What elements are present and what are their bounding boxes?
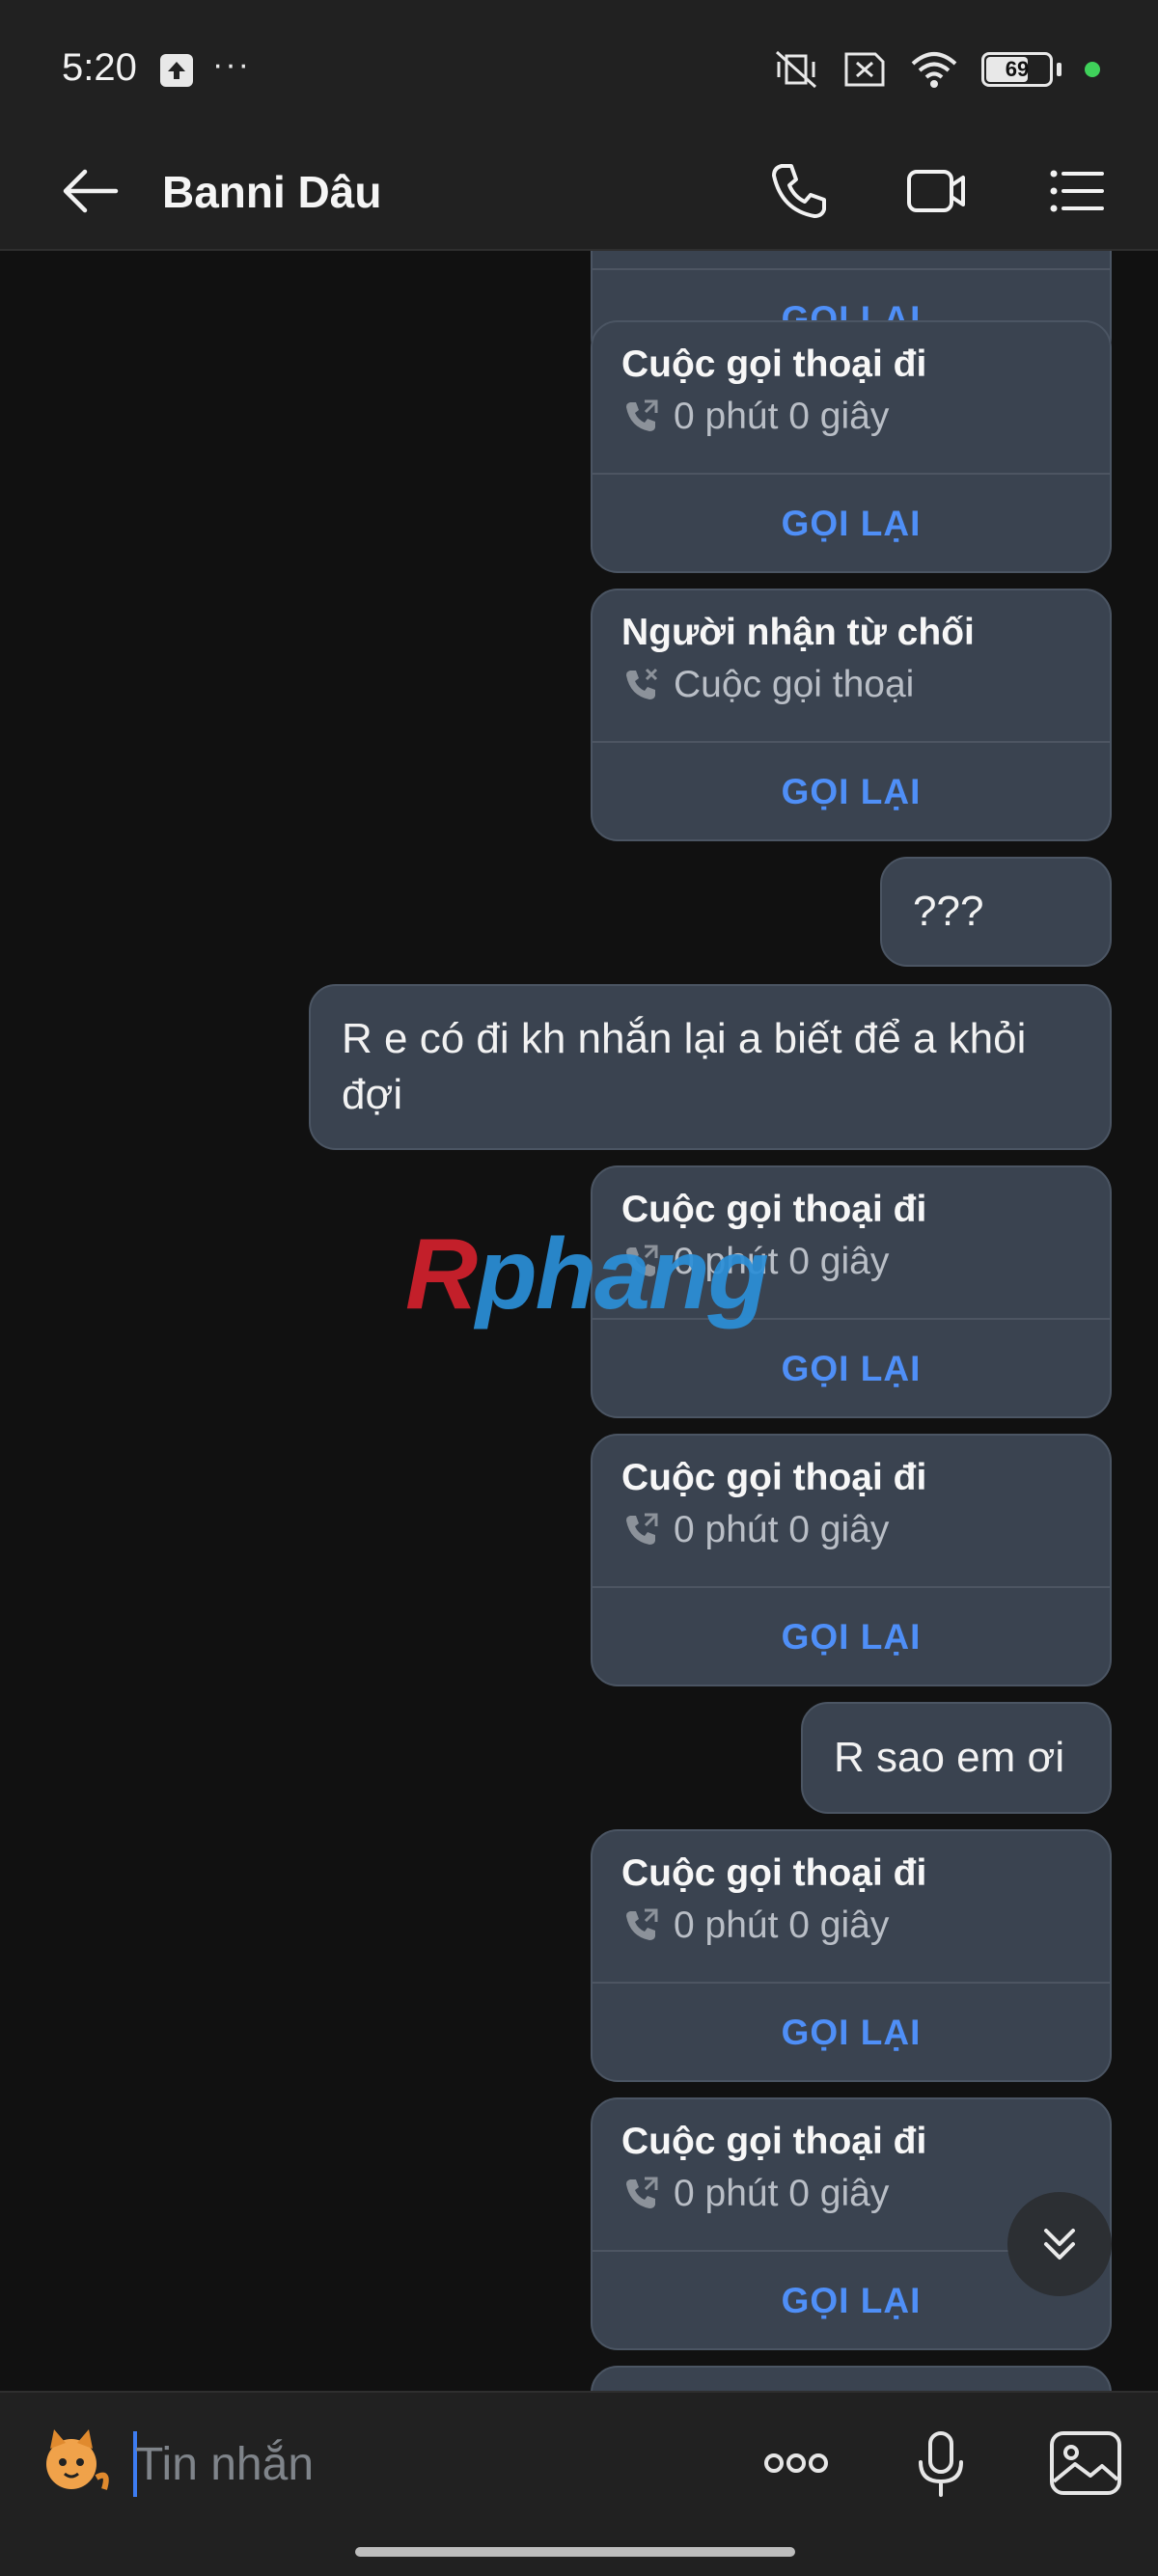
call-detail: 0 phút 0 giây (621, 396, 889, 438)
call-title: Cuộc gọi thoại đi (621, 1852, 927, 1894)
microphone-icon[interactable] (897, 2420, 984, 2507)
outgoing-call-icon (626, 399, 658, 431)
call-back-button[interactable]: GỌI LẠI (593, 743, 1110, 841)
scroll-to-bottom-button[interactable] (1007, 2192, 1112, 2296)
message-input[interactable] (135, 2422, 695, 2507)
privacy-indicator-dot (1085, 62, 1100, 77)
call-back-button[interactable]: GỌI LẠI (593, 1588, 1110, 1686)
call-detail-text: 0 phút 0 giây (674, 2173, 890, 2214)
image-icon[interactable] (1042, 2420, 1129, 2507)
call-back-button[interactable]: GỌI LẠI (593, 475, 1110, 573)
message-bubble[interactable]: ??? (880, 857, 1112, 967)
call-detail-text: 0 phút 0 giây (674, 1509, 890, 1550)
phone-icon[interactable] (764, 156, 834, 226)
call-back-button[interactable]: GỌI LẠI (593, 1984, 1110, 2082)
message-bubble[interactable]: R e có đi kh nhắn lại a biết để a khỏi đ… (309, 984, 1112, 1150)
list-menu-icon[interactable] (1042, 156, 1112, 226)
more-notifications-icon: ··· (212, 46, 251, 83)
outgoing-call-icon (626, 2177, 658, 2208)
status-bar: 5:20 ··· 69 (0, 0, 1158, 135)
call-card (591, 2366, 1112, 2391)
home-indicator[interactable] (355, 2547, 795, 2557)
video-camera-icon[interactable] (901, 156, 971, 226)
declined-call-icon (626, 668, 658, 699)
call-card: Cuộc gọi thoại đi 0 phút 0 giây GỌI LẠI (591, 320, 1112, 573)
call-detail: Cuộc gọi thoại (621, 664, 914, 706)
sticker-icon[interactable] (33, 2422, 114, 2503)
watermark-logo: Rphang (405, 1219, 769, 1330)
outgoing-call-icon (626, 1513, 658, 1545)
outgoing-call-icon (626, 1908, 658, 1940)
call-detail: 0 phút 0 giây (621, 1509, 889, 1551)
call-card: Người nhận từ chối Cuộc gọi thoại GỌI LẠ… (591, 589, 1112, 841)
chat-header: Banni Dâu (0, 135, 1158, 251)
call-detail: 0 phút 0 giây (621, 2173, 889, 2215)
arrow-left-icon[interactable] (56, 162, 124, 220)
message-text: R sao em ơi (834, 1734, 1065, 1781)
upload-notification-icon (160, 54, 193, 87)
contact-name[interactable]: Banni Dâu (162, 158, 381, 226)
call-detail-text: Cuộc gọi thoại (674, 664, 915, 705)
more-horizontal-icon[interactable] (753, 2420, 840, 2507)
status-icons: 69 (773, 48, 1100, 91)
message-text: R e có đi kh nhắn lại a biết để a khỏi đ… (342, 1015, 1027, 1118)
call-title: Cuộc gọi thoại đi (621, 1457, 927, 1498)
call-detail-text: 0 phút 0 giây (674, 396, 890, 437)
call-detail: 0 phút 0 giây (621, 1905, 889, 1947)
battery-cap (1057, 63, 1062, 76)
call-card: Cuộc gọi thoại đi 0 phút 0 giây GỌI LẠI (591, 1829, 1112, 2082)
wifi-icon (911, 52, 957, 88)
call-title: Cuộc gọi thoại đi (621, 343, 927, 385)
call-detail-text: 0 phút 0 giây (674, 1905, 890, 1946)
status-time: 5:20 (62, 46, 137, 89)
call-card: Cuộc gọi thoại đi 0 phút 0 giây GỌI LẠI (591, 1434, 1112, 1686)
battery-level: 69 (1005, 57, 1030, 81)
chevron-double-down-icon (1044, 2229, 1075, 2260)
message-text: ??? (913, 888, 984, 935)
message-bubble[interactable]: R sao em ơi (801, 1702, 1112, 1814)
call-title: Người nhận từ chối (621, 612, 975, 653)
call-back-button[interactable]: GỌI LẠI (593, 1320, 1110, 1418)
call-title: Cuộc gọi thoại đi (621, 2121, 927, 2162)
vibrate-off-icon (775, 50, 817, 89)
sim-off-icon (844, 52, 885, 87)
battery-icon: 69 (981, 52, 1053, 87)
